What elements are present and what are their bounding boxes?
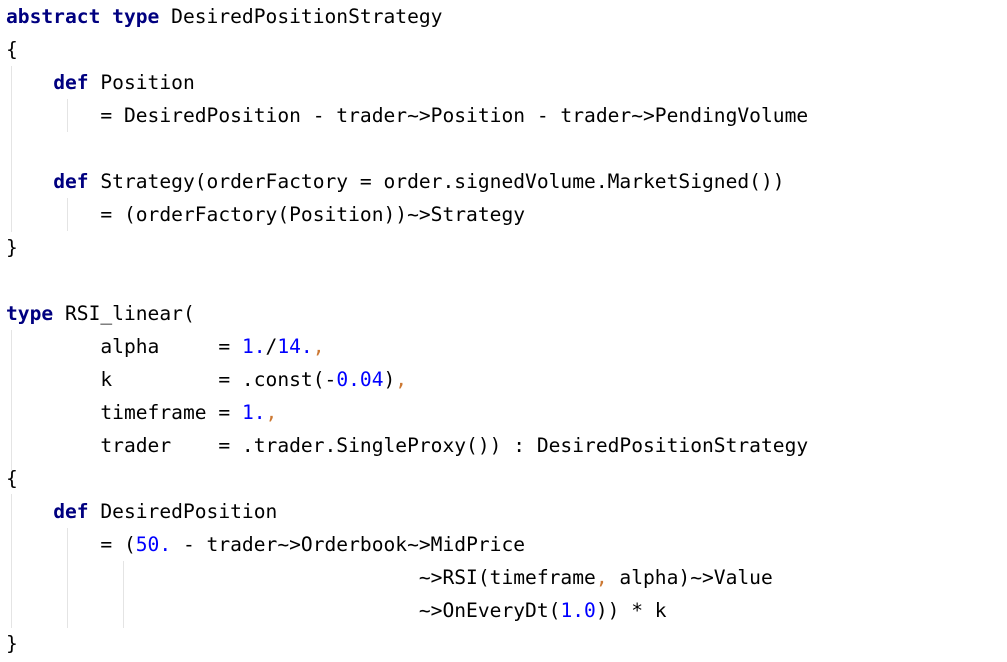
code-line: def DesiredPosition — [6, 495, 277, 528]
code-token: = DesiredPosition - trader~>Position - t… — [6, 104, 809, 127]
code-line: ~>RSI(timeframe, alpha)~>Value — [6, 561, 773, 594]
number-token: 1. — [241, 401, 266, 424]
number-token: 50. — [135, 533, 172, 556]
number-token: 1.0 — [560, 599, 596, 622]
code-token: } — [6, 236, 18, 259]
code-token: k = .const(- — [6, 368, 337, 391]
code-line: k = .const(-0.04), — [6, 363, 407, 396]
code-token: ~>RSI(timeframe — [6, 566, 596, 589]
indent-guide — [67, 198, 68, 231]
code-token: timeframe = — [6, 401, 242, 424]
code-token: DesiredPosition — [88, 500, 278, 523]
keyword-token: def — [53, 170, 89, 193]
keyword-token: def — [53, 71, 89, 94]
code-token: { — [6, 467, 18, 490]
punctuation-token: , — [312, 335, 325, 358]
code-token: - trader~>Orderbook~>MidPrice — [171, 533, 526, 556]
punctuation-token: , — [595, 566, 608, 589]
code-line: abstract type DesiredPositionStrategy — [6, 0, 442, 33]
code-token: = ( — [6, 533, 136, 556]
indent-guide — [67, 99, 68, 132]
code-token: ~>OnEveryDt( — [6, 599, 561, 622]
indent-guide — [11, 330, 12, 470]
code-line: timeframe = 1., — [6, 396, 277, 429]
code-token: { — [6, 38, 18, 61]
code-token: = (orderFactory(Position))~>Strategy — [6, 203, 526, 226]
keyword-token: type — [112, 5, 160, 28]
code-token: Strategy(orderFactory = order.signedVolu… — [88, 170, 785, 193]
code-line: def Strategy(orderFactory = order.signed… — [6, 165, 785, 198]
code-token: RSI_linear( — [53, 302, 195, 325]
indent-guide — [123, 561, 124, 628]
code-line: { — [6, 33, 18, 66]
indent-guide — [11, 66, 12, 232]
keyword-token: type — [6, 302, 54, 325]
code-line: = (orderFactory(Position))~>Strategy — [6, 198, 525, 231]
code-token: DesiredPositionStrategy — [159, 5, 443, 28]
code-token: / — [265, 335, 278, 358]
code-line: = DesiredPosition - trader~>Position - t… — [6, 99, 808, 132]
keyword-token: def — [53, 500, 89, 523]
code-line: } — [6, 627, 18, 660]
code-line: alpha = 1./14., — [6, 330, 325, 363]
code-line: = (50. - trader~>Orderbook~>MidPrice — [6, 528, 525, 561]
number-token: 0.04 — [336, 368, 384, 391]
punctuation-token: , — [395, 368, 408, 391]
code-token: )) * k — [595, 599, 667, 622]
code-editor[interactable]: abstract type DesiredPositionStrategy { d… — [0, 0, 1007, 662]
code-line: } — [6, 231, 18, 264]
code-token: alpha)~>Value — [607, 566, 773, 589]
punctuation-token: , — [265, 401, 278, 424]
number-token: 14. — [277, 335, 313, 358]
code-token: Position — [88, 71, 195, 94]
code-line: ~>OnEveryDt(1.0)) * k — [6, 594, 667, 627]
code-token: trader = .trader.SingleProxy()) : Desire… — [6, 434, 809, 457]
code-line: def Position — [6, 66, 195, 99]
indent-guide — [67, 528, 68, 628]
code-line: trader = .trader.SingleProxy()) : Desire… — [6, 429, 808, 462]
keyword-token: abstract — [6, 5, 101, 28]
number-token: 1. — [241, 335, 266, 358]
indent-guide — [11, 494, 12, 628]
code-token: } — [6, 632, 18, 655]
code-line: type RSI_linear( — [6, 297, 195, 330]
code-token: ) — [383, 368, 396, 391]
code-token: alpha = — [6, 335, 242, 358]
